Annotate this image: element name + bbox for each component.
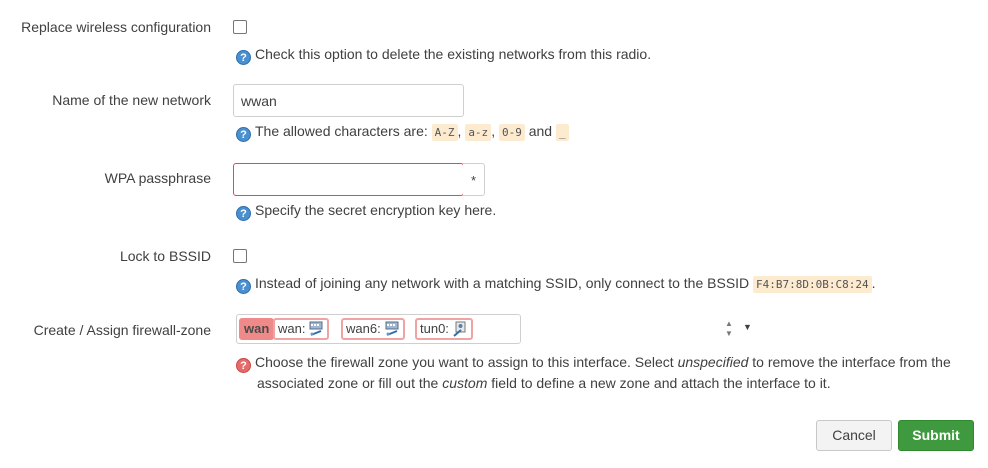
allowed-chars-uppercase: A-Z [431, 124, 458, 141]
replace-wireless-label: Replace wireless configuration [21, 19, 211, 35]
cancel-button[interactable]: Cancel [816, 420, 892, 451]
hint-text: The allowed characters are: [255, 123, 428, 139]
lock-bssid-hint: ? Instead of joining any network with a m… [236, 275, 876, 294]
replace-wireless-checkbox[interactable] [233, 20, 247, 34]
help-icon: ? [236, 358, 251, 373]
allowed-chars-lowercase: a-z [465, 124, 492, 141]
allowed-chars-digits: 0-9 [498, 124, 525, 141]
hint-text: Specify the secret encryption key here. [255, 202, 497, 218]
zone-interface-wan: wan: [273, 318, 330, 340]
bssid-value: F4:B7:8D:0B:C8:24 [753, 276, 872, 293]
submit-button[interactable]: Submit [898, 420, 974, 451]
wpa-passphrase-label: WPA passphrase [104, 170, 211, 186]
replace-wireless-hint: ? Check this option to delete the existin… [236, 46, 651, 65]
lock-bssid-label: Lock to BSSID [119, 248, 211, 264]
help-icon: ? [236, 127, 251, 142]
zone-wan-chip[interactable]: wan [239, 318, 275, 340]
firewall-zone-select[interactable]: wan wan: wan6: tun0: ▲ ▼ ▼ [236, 314, 752, 344]
wpa-passphrase-input[interactable] [233, 163, 464, 196]
allowed-chars-underscore: _ [555, 124, 569, 141]
tunnel-interface-icon [453, 321, 466, 337]
help-icon: ? [236, 206, 251, 221]
hint-text: Instead of joining any network with a ma… [255, 275, 750, 291]
network-interface-icon [385, 321, 399, 336]
chevron-down-icon[interactable]: ▼ [743, 322, 752, 332]
help-icon: ? [236, 50, 251, 65]
network-name-hint: ? The allowed characters are: A-Z, a-z, 0… [236, 123, 569, 142]
wpa-passphrase-hint: ? Specify the secret encryption key here. [236, 202, 496, 221]
network-name-input[interactable] [233, 84, 464, 117]
zone-scroll-spinner[interactable]: ▲ ▼ [721, 319, 737, 341]
zone-interface-tun0: tun0: [415, 318, 473, 340]
help-icon: ? [236, 279, 251, 294]
hint-text: Check this option to delete the existing… [255, 46, 652, 62]
firewall-zone-label: Create / Assign firewall-zone [33, 322, 211, 338]
network-name-label: Name of the new network [52, 92, 211, 108]
lock-bssid-checkbox[interactable] [233, 249, 247, 263]
zone-interface-wan6: wan6: [341, 318, 405, 340]
firewall-zone-hint: ? Choose the firewall zone you want to as… [236, 352, 951, 394]
reveal-password-button[interactable]: * [463, 163, 485, 196]
network-interface-icon [309, 321, 323, 336]
